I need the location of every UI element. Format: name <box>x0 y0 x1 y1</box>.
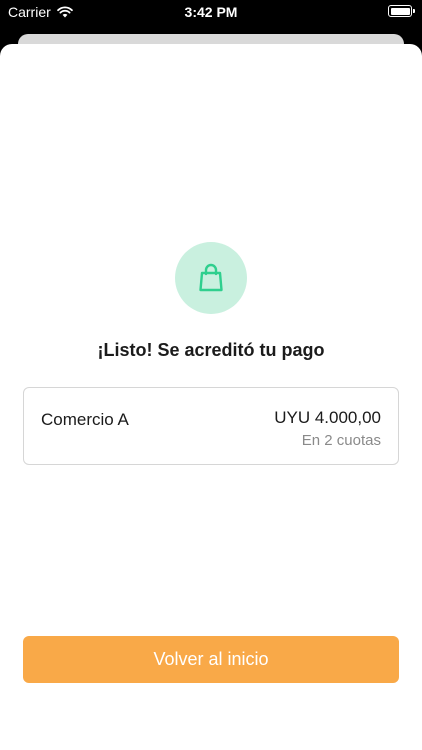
back-to-home-button[interactable]: Volver al inicio <box>23 636 399 683</box>
status-bar: Carrier 3:42 PM <box>0 0 422 26</box>
success-icon-badge <box>175 242 247 314</box>
payment-summary-card: Comercio A UYU 4.000,00 En 2 cuotas <box>23 387 399 465</box>
installments-label: En 2 cuotas <box>301 432 381 449</box>
payment-amount: UYU 4.000,00 <box>274 408 381 427</box>
merchant-name: Comercio A <box>41 410 129 429</box>
confirmation-title: ¡Listo! Se acreditó tu pago <box>97 340 325 360</box>
clock: 3:42 PM <box>184 4 238 20</box>
battery-icon <box>388 5 415 17</box>
shopping-bag-icon <box>199 263 223 292</box>
